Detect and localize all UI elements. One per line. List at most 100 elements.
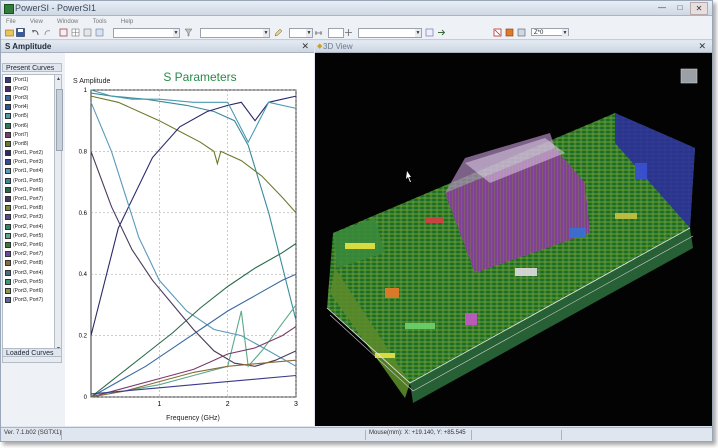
layout-icon[interactable] [95,28,104,37]
curve-list-item[interactable]: (Port2, Port3) [3,213,55,222]
highlight-icon[interactable] [493,28,502,37]
net-combo[interactable]: ▼ [113,28,180,38]
select-box-icon[interactable] [59,28,68,37]
curve-list-item[interactable]: (Port1, Port6) [3,185,55,194]
curve-color-swatch [5,232,11,239]
width-combo[interactable]: ▼ [289,28,313,38]
chevron-down-icon[interactable]: ▼ [562,29,568,37]
curve-label: (Port2, Port5) [13,232,44,239]
curve-label: (Port2, Port4) [13,223,44,230]
chevron-down-icon[interactable]: ▼ [306,29,312,37]
curve-list-item[interactable]: (Port4) [3,103,55,112]
view-cube-icon[interactable] [680,68,698,84]
unit-combo[interactable] [328,28,344,38]
app-window: PowerSI - PowerSI1 — □ ✕ File View Windo… [0,0,713,442]
curve-label: (Port1) [13,76,29,83]
s-parameter-chart[interactable]: 0 0.2 0.4 0.6 0.8 1 1 2 3 S Parameters S Amplitude… [65,53,314,426]
pencil-icon[interactable] [274,28,283,37]
curve-list-item[interactable]: (Port3, Port5) [3,277,55,286]
curve-list-item[interactable]: (Port7) [3,130,55,139]
scroll-up-icon[interactable]: ▲ [55,75,62,83]
y-axis-label: S Amplitude [73,78,110,85]
curve-label: (Port4) [13,104,29,111]
curve-label: (Port2, Port7) [13,251,44,258]
curve-label: (Port2) [13,85,29,92]
undo-icon[interactable] [31,28,40,37]
curve-label: (Port3, Port6) [13,287,44,294]
curve-list-item[interactable]: (Port3, Port7) [3,296,55,305]
curve-list-item[interactable]: (Port2, Port4) [3,222,55,231]
close-icon[interactable]: ✕ [698,41,706,52]
chevron-down-icon[interactable]: ▼ [173,29,179,37]
curve-list-item[interactable]: (Port1, Port7) [3,194,55,203]
layers-icon[interactable] [83,28,92,37]
curve-color-swatch [5,159,11,166]
curve-color-swatch [5,76,11,83]
display-icon[interactable] [517,28,526,37]
curve-label: (Port5) [13,113,29,120]
curve-list-item[interactable]: (Port2, Port6) [3,240,55,249]
curve-list-item[interactable]: (Port5) [3,112,55,121]
layer-combo[interactable]: ▼ [200,28,270,38]
y-tick-label: 1 [84,88,88,94]
loaded-curves-label[interactable]: Loaded Curves [2,348,62,357]
measure-icon[interactable] [314,28,323,37]
move-icon[interactable] [344,28,353,37]
curve-list-item[interactable]: (Port2, Port7) [3,250,55,259]
curve-label: (Port3, Port5) [13,278,44,285]
curve-list-item[interactable]: (Port8) [3,139,55,148]
object-combo[interactable]: ▼ [358,28,422,38]
curve-color-swatch [5,241,11,248]
open-folder-icon[interactable] [5,28,14,37]
chevron-down-icon[interactable]: ▼ [263,29,269,37]
mouse-coordinates: Mouse(mm): X: +19.140, Y: +85.545 [369,430,466,436]
scroll-thumb[interactable] [56,89,63,151]
curve-label: (Port1, Port2) [13,150,44,157]
curve-list-item[interactable]: (Port3) [3,93,55,102]
chart-title: S Parameters [163,70,236,84]
mouse-cursor-icon [406,171,411,182]
redo-icon[interactable] [43,28,52,37]
curve-list-item[interactable]: (Port2, Port8) [3,259,55,268]
3d-view-panel[interactable]: ◆ 3D View ✕ [315,41,712,426]
curve-list-item[interactable]: (Port2, Port5) [3,231,55,240]
3d-board-render[interactable] [315,53,712,426]
maximize-icon[interactable]: □ [672,2,688,13]
version-text: Ver. 7.1.b02 (SGTX1) [4,430,62,436]
curve-list-item[interactable]: (Port3, Port4) [3,268,55,277]
curve-list-scrollbar[interactable]: ▲ ▼ [54,74,63,354]
close-icon[interactable]: ✕ [301,41,309,52]
curve-list-item[interactable]: (Port2) [3,84,55,93]
curve-label: (Port1, Port6) [13,186,44,193]
curve-list-item[interactable]: (Port1, Port5) [3,176,55,185]
curve-list-item[interactable]: (Port1, Port8) [3,204,55,213]
present-curves-label[interactable]: Present Curves [2,63,62,72]
3d-view-title: 3D View [323,42,353,51]
curve-label: (Port1, Port7) [13,196,44,203]
curve-list-item[interactable]: (Port1, Port4) [3,167,55,176]
curve-list-item[interactable]: (Port1) [3,75,55,84]
curve-list-item[interactable]: (Port1, Port3) [3,158,55,167]
window-controls: — □ ✕ [654,2,708,15]
properties-icon[interactable] [425,28,434,37]
minimize-icon[interactable]: — [654,2,670,13]
plot-frame [90,89,297,398]
grid-icon[interactable] [71,28,80,37]
zoom-combo[interactable]: Z*0 ▼ [531,28,569,37]
curve-label: (Port1, Port5) [13,177,44,184]
toolbar: ▼ ▼ ▼ ▼ Z*0 ▼ [1,26,712,40]
curve-color-swatch [5,223,11,230]
curve-color-swatch [5,297,11,304]
curve-list-item[interactable]: (Port6) [3,121,55,130]
save-icon[interactable] [16,28,25,37]
y-tick-label: 0.4 [79,272,88,278]
chevron-down-icon[interactable]: ▼ [415,29,421,37]
curve-list-item[interactable]: (Port3, Port6) [3,286,55,295]
filter-icon[interactable] [184,28,193,37]
curve-list: (Port1) (Port2) (Port3) (Port4) (Port5) (Port… [2,74,56,356]
close-icon[interactable]: ✕ [690,2,708,15]
curve-list-item[interactable]: (Port1, Port2) [3,149,55,158]
color-icon[interactable] [505,28,514,37]
arrow-right-icon[interactable] [437,28,446,37]
chart-svg: 0 0.2 0.4 0.6 0.8 1 1 2 3 S Parameters S Amplitude… [73,70,298,422]
